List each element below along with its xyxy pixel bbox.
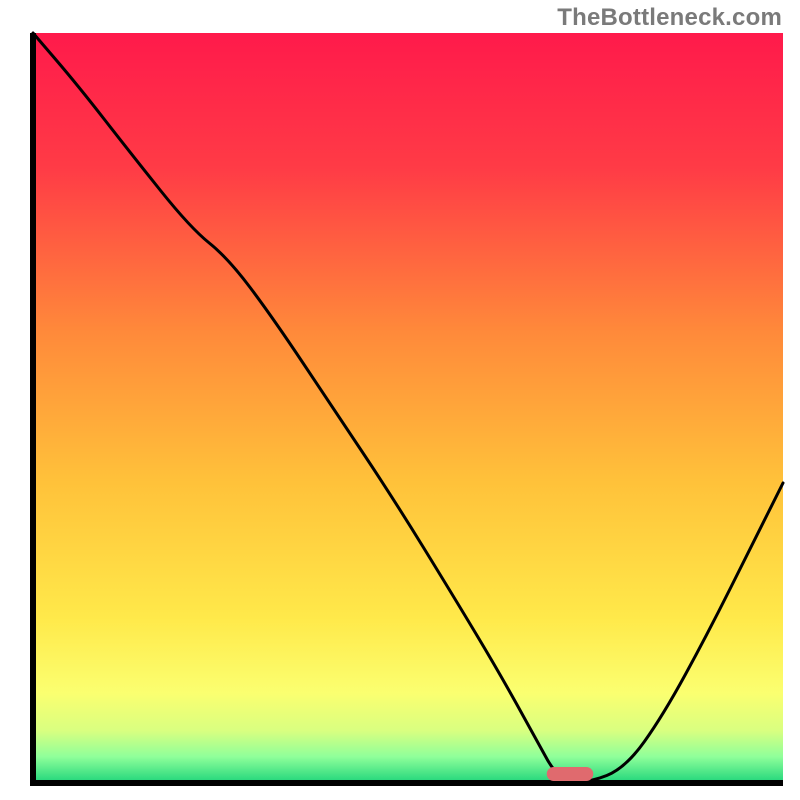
chart-root: TheBottleneck.com	[0, 0, 800, 800]
plot-gradient-bg	[33, 33, 783, 783]
chart-svg	[0, 0, 800, 800]
optimal-marker	[547, 767, 594, 781]
